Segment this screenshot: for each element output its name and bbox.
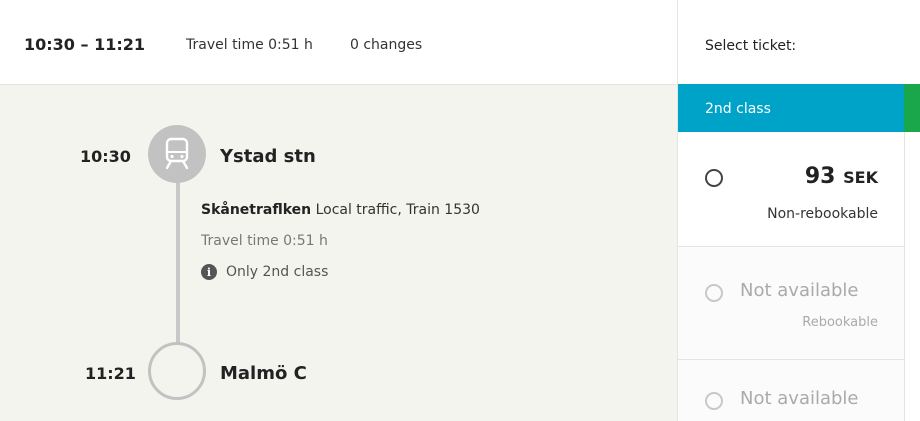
ticket-option-3: Not available: [678, 360, 904, 421]
route-line: [176, 175, 180, 350]
ticket-condition: Non-rebookable: [767, 206, 878, 222]
class-note: i Only 2nd class: [201, 264, 328, 280]
departure-time: 10:30: [80, 147, 131, 166]
ticket-status: Not available: [740, 388, 859, 409]
arrival-station: Malmö C: [220, 363, 307, 384]
radio-button[interactable]: [705, 169, 723, 187]
info-icon: i: [201, 264, 217, 280]
segment-operator-line: Skånetraflken Local traffic, Train 1530: [201, 202, 480, 218]
arrival-time: 11:21: [85, 364, 136, 383]
radio-button-disabled: [705, 392, 723, 410]
ticket-option-rebookable: Not available Rebookable: [678, 247, 904, 360]
column-divider: [904, 132, 905, 421]
ticket-panel: Select ticket: 2nd class 93 SEK Non-rebo…: [677, 0, 920, 421]
segment-description: Local traffic, Train 1530: [311, 202, 480, 218]
departure-station: Ystad stn: [220, 146, 316, 167]
journey-travel-time: Travel time 0:51 h: [186, 37, 313, 53]
arrival-stop-marker: [148, 342, 206, 400]
ticket-price: 93 SEK: [805, 164, 878, 189]
price-amount: 93: [804, 164, 836, 189]
journey-header[interactable]: 10:30 – 11:21 Travel time 0:51 h 0 chang…: [0, 0, 677, 85]
class-note-text: Only 2nd class: [226, 264, 329, 280]
departure-stop-marker: [148, 125, 206, 183]
ticket-condition: Rebookable: [802, 315, 878, 330]
segment-travel-time: Travel time 0:51 h: [201, 233, 328, 249]
ticket-option-nonrebookable[interactable]: 93 SEK Non-rebookable: [678, 132, 904, 247]
price-currency: SEK: [843, 168, 878, 187]
select-ticket-label: Select ticket:: [705, 38, 797, 54]
class-tab-adjacent[interactable]: [904, 84, 920, 132]
class-tab-2nd[interactable]: 2nd class: [678, 84, 904, 132]
radio-button-disabled: [705, 284, 723, 302]
train-icon: [165, 137, 189, 170]
journey-changes: 0 changes: [350, 37, 423, 53]
ticket-status: Not available: [740, 280, 859, 301]
journey-time-range: 10:30 – 11:21: [24, 35, 145, 54]
segment-operator: Skånetraflken: [201, 202, 312, 218]
